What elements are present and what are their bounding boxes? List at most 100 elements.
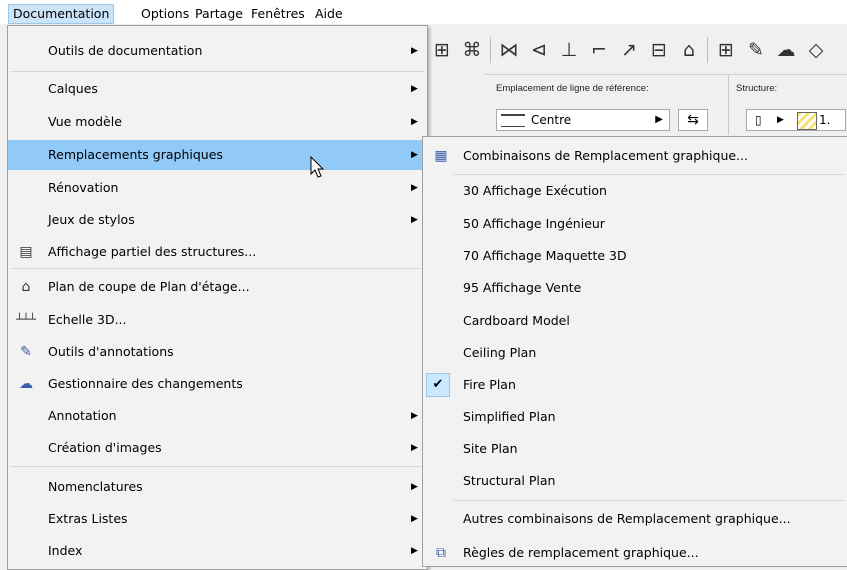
- menu-separator: [453, 174, 845, 175]
- submenu-item-label: 50 Affichage Ingénieur: [463, 216, 605, 231]
- documentation-menu: Outils de documentation ▶ Calques ▶ Vue …: [7, 25, 428, 570]
- menu-item-label: Outils d'annotations: [48, 344, 174, 359]
- wall-tool-icon[interactable]: ⊞: [430, 39, 454, 61]
- fillet-tool-icon[interactable]: ↗: [617, 39, 641, 61]
- menu-item-label: Plan de coupe de Plan d'étage...: [48, 279, 250, 294]
- override-combinations-icon: ▦: [434, 148, 448, 164]
- change-tool-icon[interactable]: ☁: [774, 39, 798, 61]
- checkmark-icon: ✔: [426, 373, 450, 397]
- submenu-item-label: Combinaisons de Remplacement graphique..…: [463, 148, 748, 163]
- menu-item-extras-listes[interactable]: Extras Listes ▶: [8, 504, 427, 534]
- menu-aide[interactable]: Aide: [311, 4, 347, 24]
- submenu-arrow-icon: ▶: [411, 117, 418, 127]
- partial-structure-icon: ▤: [19, 244, 33, 260]
- menu-item-label: Rénovation: [48, 180, 119, 195]
- submenu-item-combinaisons[interactable]: ▦ Combinaisons de Remplacement graphique…: [423, 141, 847, 171]
- submenu-item-label: 30 Affichage Exécution: [463, 183, 607, 198]
- submenu-item-label: Cardboard Model: [463, 313, 570, 328]
- menu-item-remplacements-graphiques[interactable]: Remplacements graphiques ▶: [8, 140, 427, 170]
- ref-line-value: Centre: [531, 113, 572, 127]
- submenu-item-regles[interactable]: ⧉ Règles de remplacement graphique...: [423, 538, 847, 568]
- dropdown-arrow-icon: ▶: [777, 115, 784, 125]
- submenu-arrow-icon: ▶: [411, 150, 418, 160]
- menu-item-label: Jeux de stylos: [48, 212, 135, 227]
- submenu-item-label: Site Plan: [463, 441, 518, 456]
- menu-item-index[interactable]: Index ▶: [8, 536, 427, 566]
- submenu-arrow-icon: ▶: [411, 84, 418, 94]
- menubar: Documentation Options Partage Fenêtres A…: [0, 0, 847, 24]
- menu-item-label: Calques: [48, 81, 98, 96]
- toolbar-icons: ⊞ ⌘ ⋈ ⊲ ⊥ ⌐ ↗ ⊟ ⌂ ⊞ ✎ ☁ ◇: [430, 32, 828, 68]
- split-tool-icon[interactable]: ⊲: [527, 39, 551, 61]
- menu-item-plan-de-coupe[interactable]: ⌂ Plan de coupe de Plan d'étage...: [8, 272, 427, 302]
- submenu-item-label: Ceiling Plan: [463, 345, 537, 360]
- fill-hatch-icon: [797, 112, 817, 130]
- submenu-item-cardboard[interactable]: Cardboard Model: [423, 306, 847, 336]
- submenu-item-structural[interactable]: Structural Plan: [423, 466, 847, 496]
- offset-tool-icon[interactable]: ⊥: [557, 39, 581, 61]
- info-divider: [728, 75, 729, 135]
- menu-item-renovation[interactable]: Rénovation ▶: [8, 173, 427, 203]
- menu-item-gestionnaire-changements[interactable]: ☁ Gestionnaire des changements: [8, 369, 427, 399]
- structure-select[interactable]: ▯ ▶ 1.: [746, 109, 846, 131]
- submenu-arrow-icon: ▶: [411, 546, 418, 556]
- submenu-arrow-icon: ▶: [411, 183, 418, 193]
- menu-options[interactable]: Options: [137, 4, 193, 24]
- diamond-tool-icon[interactable]: ◇: [804, 39, 828, 61]
- menu-separator: [10, 466, 425, 467]
- submenu-arrow-icon: ▶: [411, 46, 418, 56]
- menu-item-label: Nomenclatures: [48, 479, 143, 494]
- mouse-cursor-icon: [310, 156, 325, 178]
- submenu-item-70[interactable]: 70 Affichage Maquette 3D: [423, 241, 847, 271]
- submenu-item-ceiling[interactable]: Ceiling Plan: [423, 338, 847, 368]
- submenu-item-95[interactable]: 95 Affichage Vente: [423, 273, 847, 303]
- menu-item-calques[interactable]: Calques ▶: [8, 74, 427, 104]
- menu-item-label: Création d'images: [48, 440, 162, 455]
- menu-item-label: Gestionnaire des changements: [48, 376, 243, 391]
- scale-3d-icon: ┴┴┴: [16, 313, 36, 326]
- submenu-item-site[interactable]: Site Plan: [423, 434, 847, 464]
- corner-tool-icon[interactable]: ⌐: [587, 39, 611, 61]
- structure-label: Structure:: [736, 83, 778, 94]
- flip-ref-line-button[interactable]: ⇆: [678, 109, 708, 131]
- grid-tool-icon[interactable]: ⊞: [714, 39, 738, 61]
- graphic-overrides-submenu: ▦ Combinaisons de Remplacement graphique…: [422, 136, 847, 567]
- menu-item-affichage-partiel[interactable]: ▤ Affichage partiel des structures...: [8, 237, 427, 267]
- menu-item-vue-modele[interactable]: Vue modèle ▶: [8, 107, 427, 137]
- menu-item-label: Outils de documentation: [48, 43, 203, 58]
- submenu-arrow-icon: ▶: [411, 443, 418, 453]
- roof-tool-icon[interactable]: ⌂: [677, 39, 701, 61]
- cross-tool-icon[interactable]: ⌘: [460, 39, 484, 61]
- submenu-arrow-icon: ▶: [411, 215, 418, 225]
- submenu-item-label: Structural Plan: [463, 473, 556, 488]
- pen-tool-icon[interactable]: ✎: [744, 39, 768, 61]
- toolbar-divider: [490, 37, 491, 63]
- menu-item-echelle-3d[interactable]: ┴┴┴ Echelle 3D...: [8, 305, 427, 335]
- submenu-arrow-icon: ▶: [411, 482, 418, 492]
- submenu-item-autres[interactable]: Autres combinaisons de Remplacement grap…: [423, 504, 847, 534]
- menu-fenetres[interactable]: Fenêtres: [247, 4, 309, 24]
- submenu-item-50[interactable]: 50 Affichage Ingénieur: [423, 209, 847, 239]
- submenu-item-simplified[interactable]: Simplified Plan: [423, 402, 847, 432]
- menu-item-label: Echelle 3D...: [48, 312, 127, 327]
- resize-tool-icon[interactable]: ⊟: [647, 39, 671, 61]
- info-box: Emplacement de ligne de référence: Centr…: [484, 74, 847, 135]
- submenu-arrow-icon: ▶: [411, 514, 418, 524]
- menu-item-outils-annotations[interactable]: ✎ Outils d'annotations: [8, 337, 427, 367]
- ref-line-icon: [501, 114, 525, 127]
- submenu-item-label: Simplified Plan: [463, 409, 556, 424]
- menu-item-annotation[interactable]: Annotation ▶: [8, 401, 427, 431]
- ref-line-select[interactable]: Centre ▶: [496, 109, 670, 131]
- menu-item-outils-documentation[interactable]: Outils de documentation ▶: [8, 36, 427, 66]
- menu-documentation[interactable]: Documentation: [8, 4, 115, 24]
- trim-tool-icon[interactable]: ⋈: [497, 39, 521, 61]
- submenu-item-label: Fire Plan: [463, 377, 516, 392]
- menu-partage[interactable]: Partage: [191, 4, 247, 24]
- submenu-item-label: Autres combinaisons de Remplacement grap…: [463, 511, 791, 526]
- submenu-arrow-icon: ▶: [411, 411, 418, 421]
- menu-item-nomenclatures[interactable]: Nomenclatures ▶: [8, 472, 427, 502]
- submenu-item-30[interactable]: 30 Affichage Exécution: [423, 176, 847, 206]
- submenu-item-fire[interactable]: ✔ Fire Plan: [423, 370, 847, 400]
- menu-item-jeux-de-stylos[interactable]: Jeux de stylos ▶: [8, 205, 427, 235]
- menu-item-creation-images[interactable]: Création d'images ▶: [8, 433, 427, 463]
